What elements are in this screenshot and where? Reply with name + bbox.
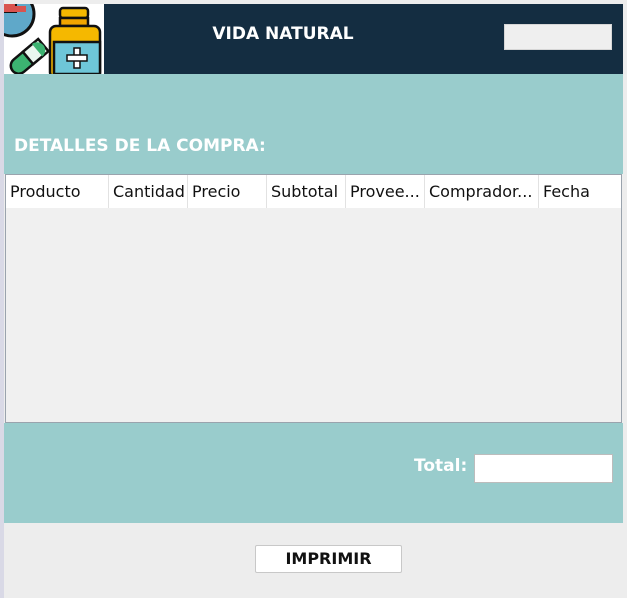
column-header-subtotal[interactable]: Subtotal [267,175,346,208]
app-title: VIDA NATURAL [212,24,354,44]
print-button[interactable]: IMPRIMIR [255,545,402,573]
purchase-details-table[interactable]: Producto Cantidad Precio Subtotal Provee… [5,174,622,423]
total-label: Total: [414,456,468,476]
pharmacy-logo-icon [4,4,104,74]
table-header: Producto Cantidad Precio Subtotal Provee… [6,175,621,208]
column-header-fecha[interactable]: Fecha [539,175,623,208]
column-header-precio[interactable]: Precio [188,175,267,208]
total-field[interactable] [474,454,613,483]
header-text-field[interactable] [504,24,612,50]
column-header-cantidad[interactable]: Cantidad [109,175,188,208]
column-header-proveedor[interactable]: Provee... [346,175,425,208]
purchase-details-title: DETALLES DE LA COMPRA: [14,136,266,156]
top-panel [4,74,623,174]
column-header-producto[interactable]: Producto [6,175,109,208]
column-header-comprador[interactable]: Comprador... [425,175,539,208]
